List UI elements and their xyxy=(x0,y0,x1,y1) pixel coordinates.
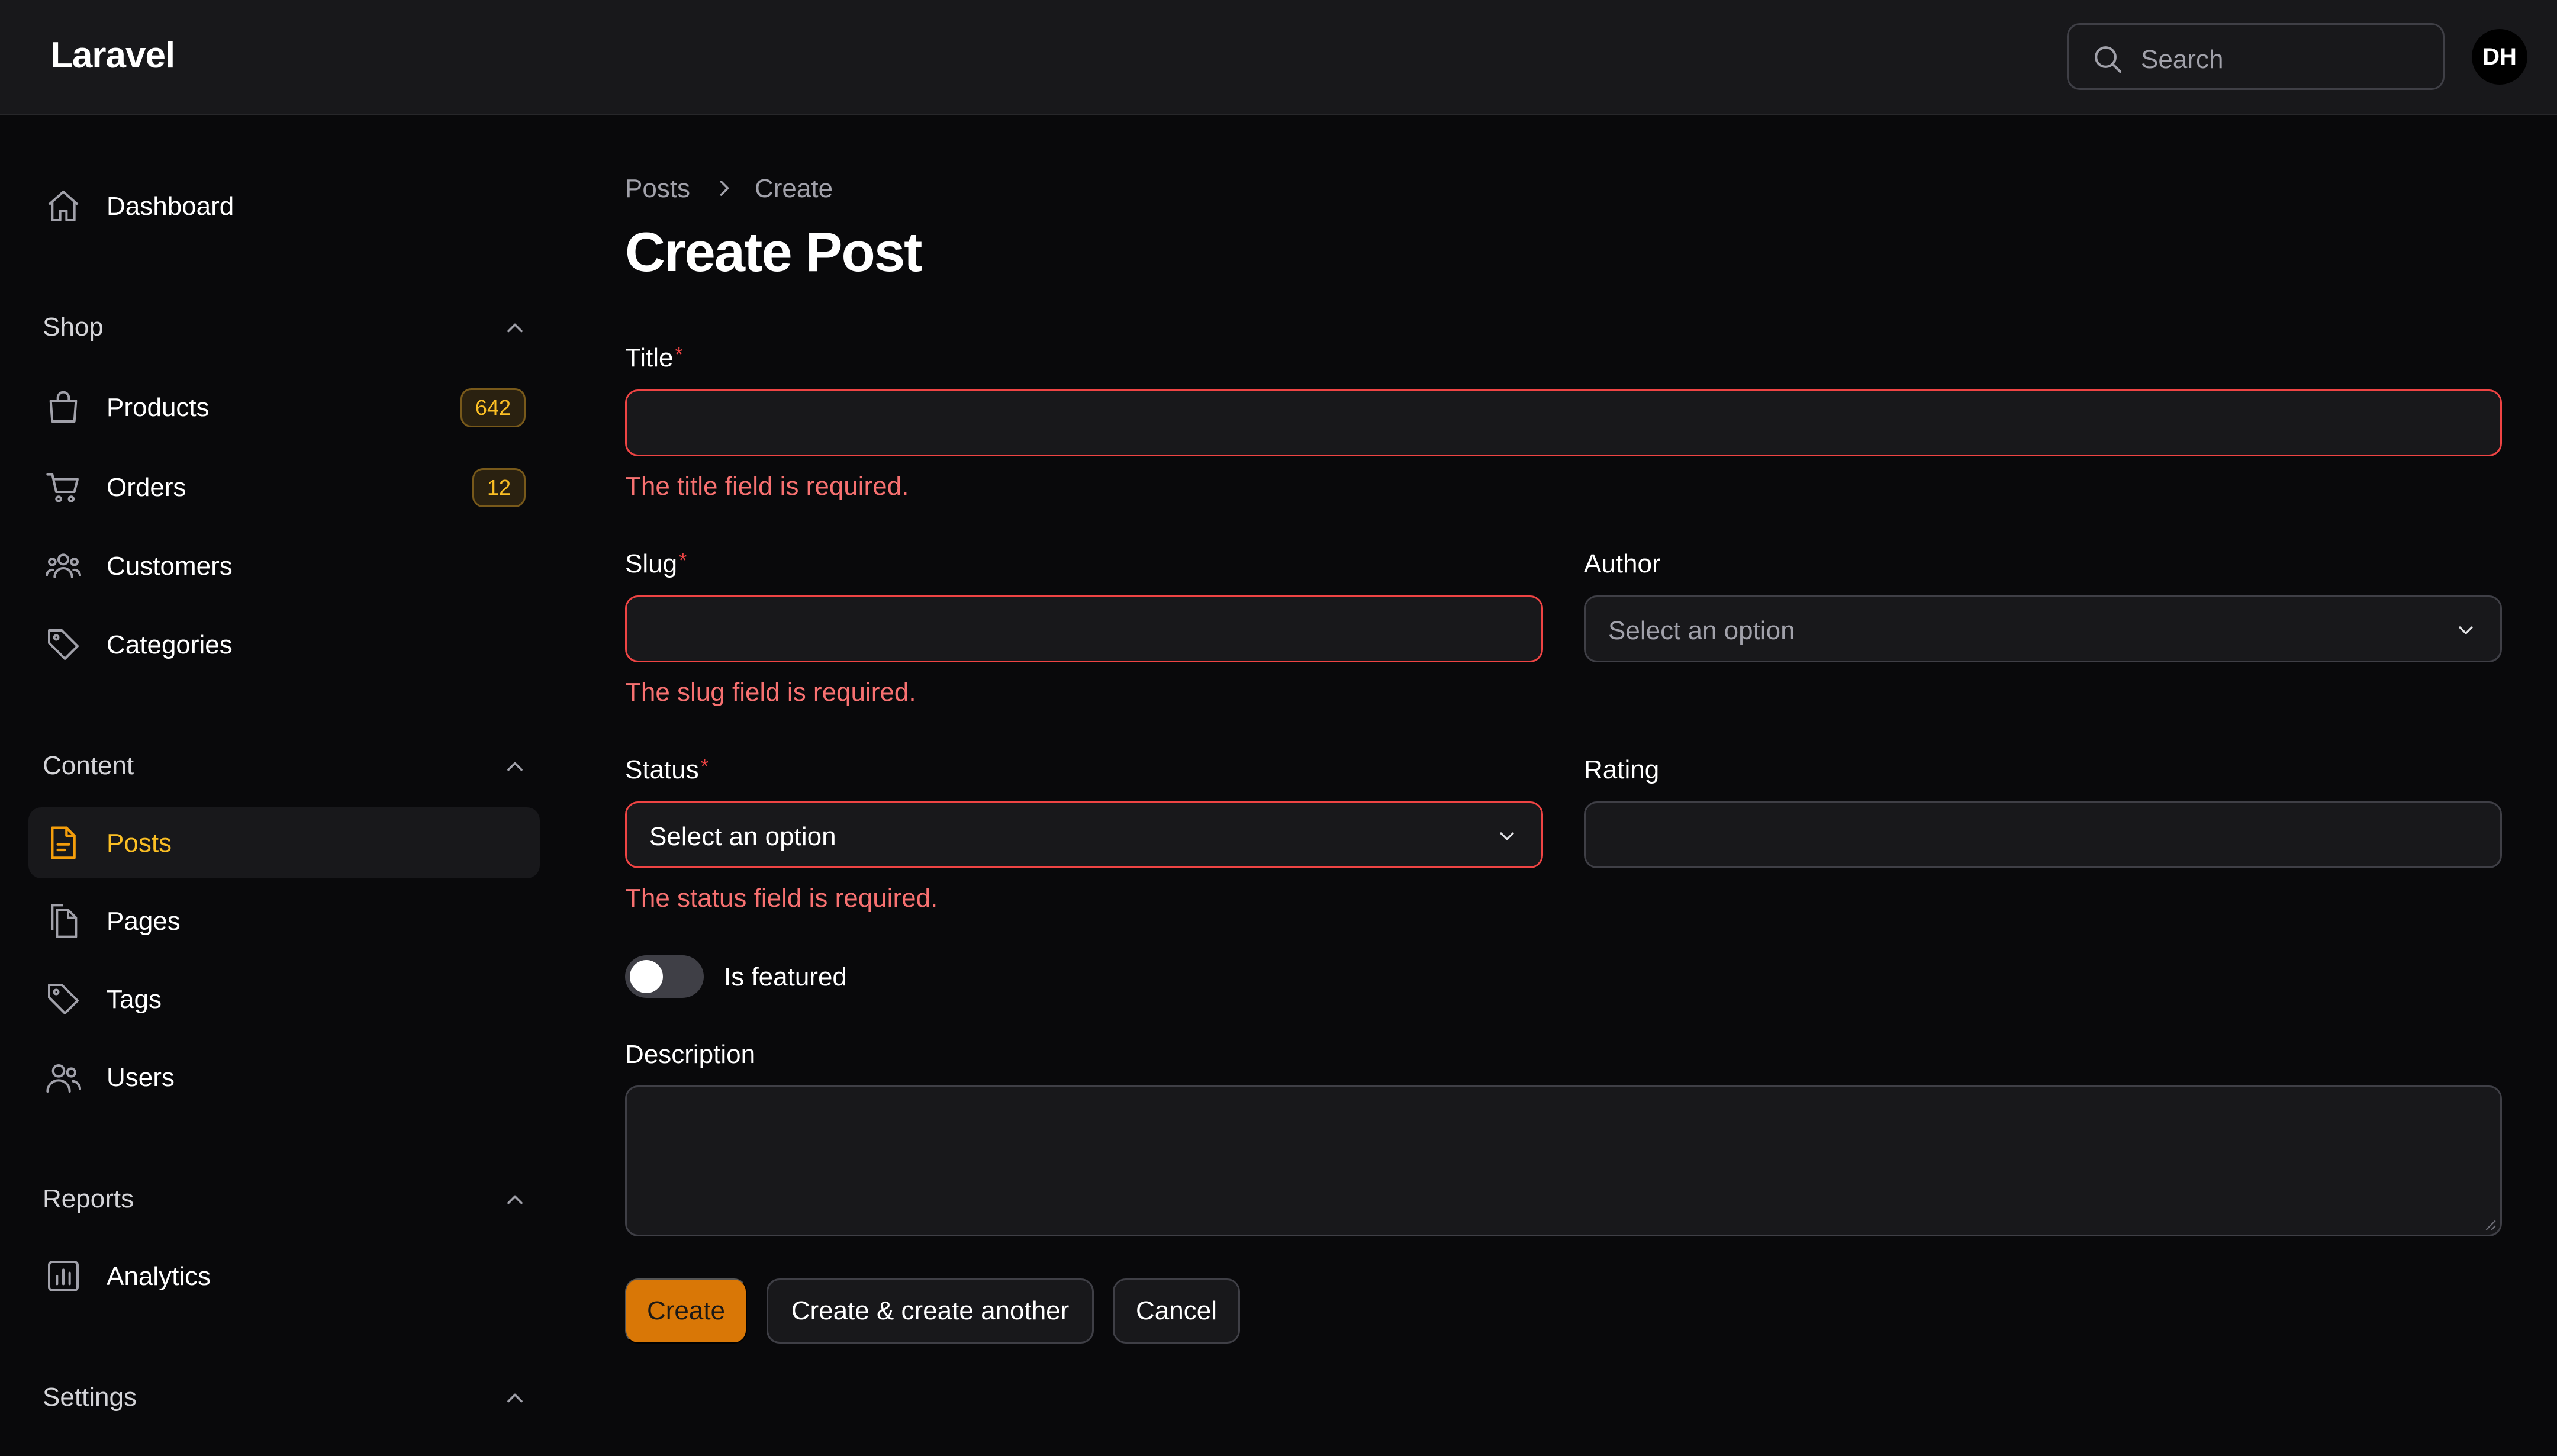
resize-handle-icon[interactable] xyxy=(2484,1218,2497,1231)
description-textarea[interactable] xyxy=(625,1085,2502,1236)
sidebar-item-label: Dashboard xyxy=(107,192,234,221)
rating-input[interactable] xyxy=(1584,801,2502,868)
sidebar-group-shop[interactable]: Shop xyxy=(43,307,528,348)
author-select[interactable]: Select an option xyxy=(1584,595,2502,662)
rating-label: Rating xyxy=(1584,755,1660,784)
title-label-text: Title xyxy=(625,343,674,372)
slug-label: Slug* xyxy=(625,549,687,579)
create-button[interactable]: Create xyxy=(625,1278,747,1344)
sidebar-item-label: Orders xyxy=(107,473,186,502)
search-placeholder: Search xyxy=(2141,45,2224,74)
featured-label[interactable]: Is featured xyxy=(724,962,847,992)
count-badge: 642 xyxy=(460,388,526,427)
tag-icon xyxy=(48,629,79,660)
title-label: Title* xyxy=(625,343,683,373)
count-badge: 12 xyxy=(472,468,526,507)
sidebar-group-reports[interactable]: Reports xyxy=(43,1178,528,1220)
status-label-text: Status xyxy=(625,755,699,784)
sidebar-item-label: Pages xyxy=(107,907,181,936)
slug-error-message: The slug field is required. xyxy=(625,678,916,707)
users-icon xyxy=(46,1064,82,1093)
author-select-placeholder: Select an option xyxy=(1608,616,1795,645)
top-bar: Laravel Search DH xyxy=(0,0,2557,115)
sidebar-item-label: Posts xyxy=(107,829,172,858)
page-title: Create Post xyxy=(625,221,922,283)
chevron-up-icon[interactable] xyxy=(502,1187,528,1213)
group-label: Content xyxy=(43,751,134,780)
title-input[interactable] xyxy=(625,389,2502,456)
group-label: Shop xyxy=(43,313,104,342)
chevron-up-icon[interactable] xyxy=(502,753,528,779)
sidebar-item-label: Tags xyxy=(107,985,162,1014)
status-select[interactable]: Select an option xyxy=(625,801,1543,868)
slug-label-text: Slug xyxy=(625,549,678,578)
shopping-bag-icon xyxy=(49,391,78,423)
chevron-up-icon[interactable] xyxy=(502,315,528,341)
sidebar-item-customers[interactable]: Customers xyxy=(28,530,540,601)
cancel-button[interactable]: Cancel xyxy=(1113,1278,1240,1344)
tag-icon xyxy=(48,984,79,1014)
chevron-up-icon[interactable] xyxy=(502,1385,528,1411)
chevron-down-icon xyxy=(2459,626,2473,634)
sidebar-item-label: Users xyxy=(107,1063,175,1092)
sidebar-item-label: Products xyxy=(107,393,210,422)
users-group-icon xyxy=(46,553,81,578)
featured-toggle[interactable] xyxy=(625,955,704,998)
chevron-down-icon xyxy=(1500,832,1514,840)
breadcrumb-posts-link[interactable]: Posts xyxy=(625,174,690,204)
user-avatar[interactable]: DH xyxy=(2472,29,2527,85)
document-duplicate-icon xyxy=(51,904,78,938)
shopping-cart-icon xyxy=(46,473,79,502)
sidebar-item-label: Analytics xyxy=(107,1262,211,1291)
author-label: Author xyxy=(1584,549,1661,578)
sidebar-item-tags[interactable]: Tags xyxy=(28,964,540,1035)
status-error-message: The status field is required. xyxy=(625,884,938,913)
chevron-right-icon xyxy=(720,181,729,196)
sidebar-item-products[interactable]: Products 642 xyxy=(28,372,540,443)
chart-bar-icon xyxy=(48,1261,79,1291)
sidebar-group-content[interactable]: Content xyxy=(43,745,528,787)
group-label: Settings xyxy=(43,1383,137,1412)
breadcrumb-current: Create xyxy=(755,174,833,203)
sidebar-group-settings[interactable]: Settings xyxy=(43,1377,528,1418)
slug-input[interactable] xyxy=(625,595,1543,662)
sidebar-item-label: Customers xyxy=(107,552,233,581)
document-text-icon xyxy=(51,826,76,859)
toggle-knob xyxy=(630,960,663,993)
search-input[interactable]: Search xyxy=(2067,23,2445,90)
sidebar-item-analytics[interactable]: Analytics xyxy=(28,1241,540,1312)
required-mark: * xyxy=(679,549,687,572)
sidebar-item-categories[interactable]: Categories xyxy=(28,609,540,680)
sidebar-item-dashboard[interactable]: Dashboard xyxy=(28,170,540,241)
group-label: Reports xyxy=(43,1184,134,1213)
home-icon xyxy=(48,191,79,221)
sidebar-item-orders[interactable]: Orders 12 xyxy=(28,452,540,523)
sidebar-item-pages[interactable]: Pages xyxy=(28,885,540,956)
sidebar-item-posts[interactable]: Posts xyxy=(28,807,540,878)
brand-logo[interactable]: Laravel xyxy=(50,34,175,76)
title-error-message: The title field is required. xyxy=(625,472,909,501)
sidebar-item-label: Categories xyxy=(107,630,233,659)
status-select-value: Select an option xyxy=(649,822,836,851)
status-label: Status* xyxy=(625,755,709,785)
required-mark: * xyxy=(675,343,683,366)
sidebar-item-users[interactable]: Users xyxy=(28,1042,540,1113)
create-another-button[interactable]: Create & create another xyxy=(767,1278,1094,1344)
description-label: Description xyxy=(625,1040,756,1069)
search-icon xyxy=(2095,46,2122,73)
required-mark: * xyxy=(700,755,709,778)
